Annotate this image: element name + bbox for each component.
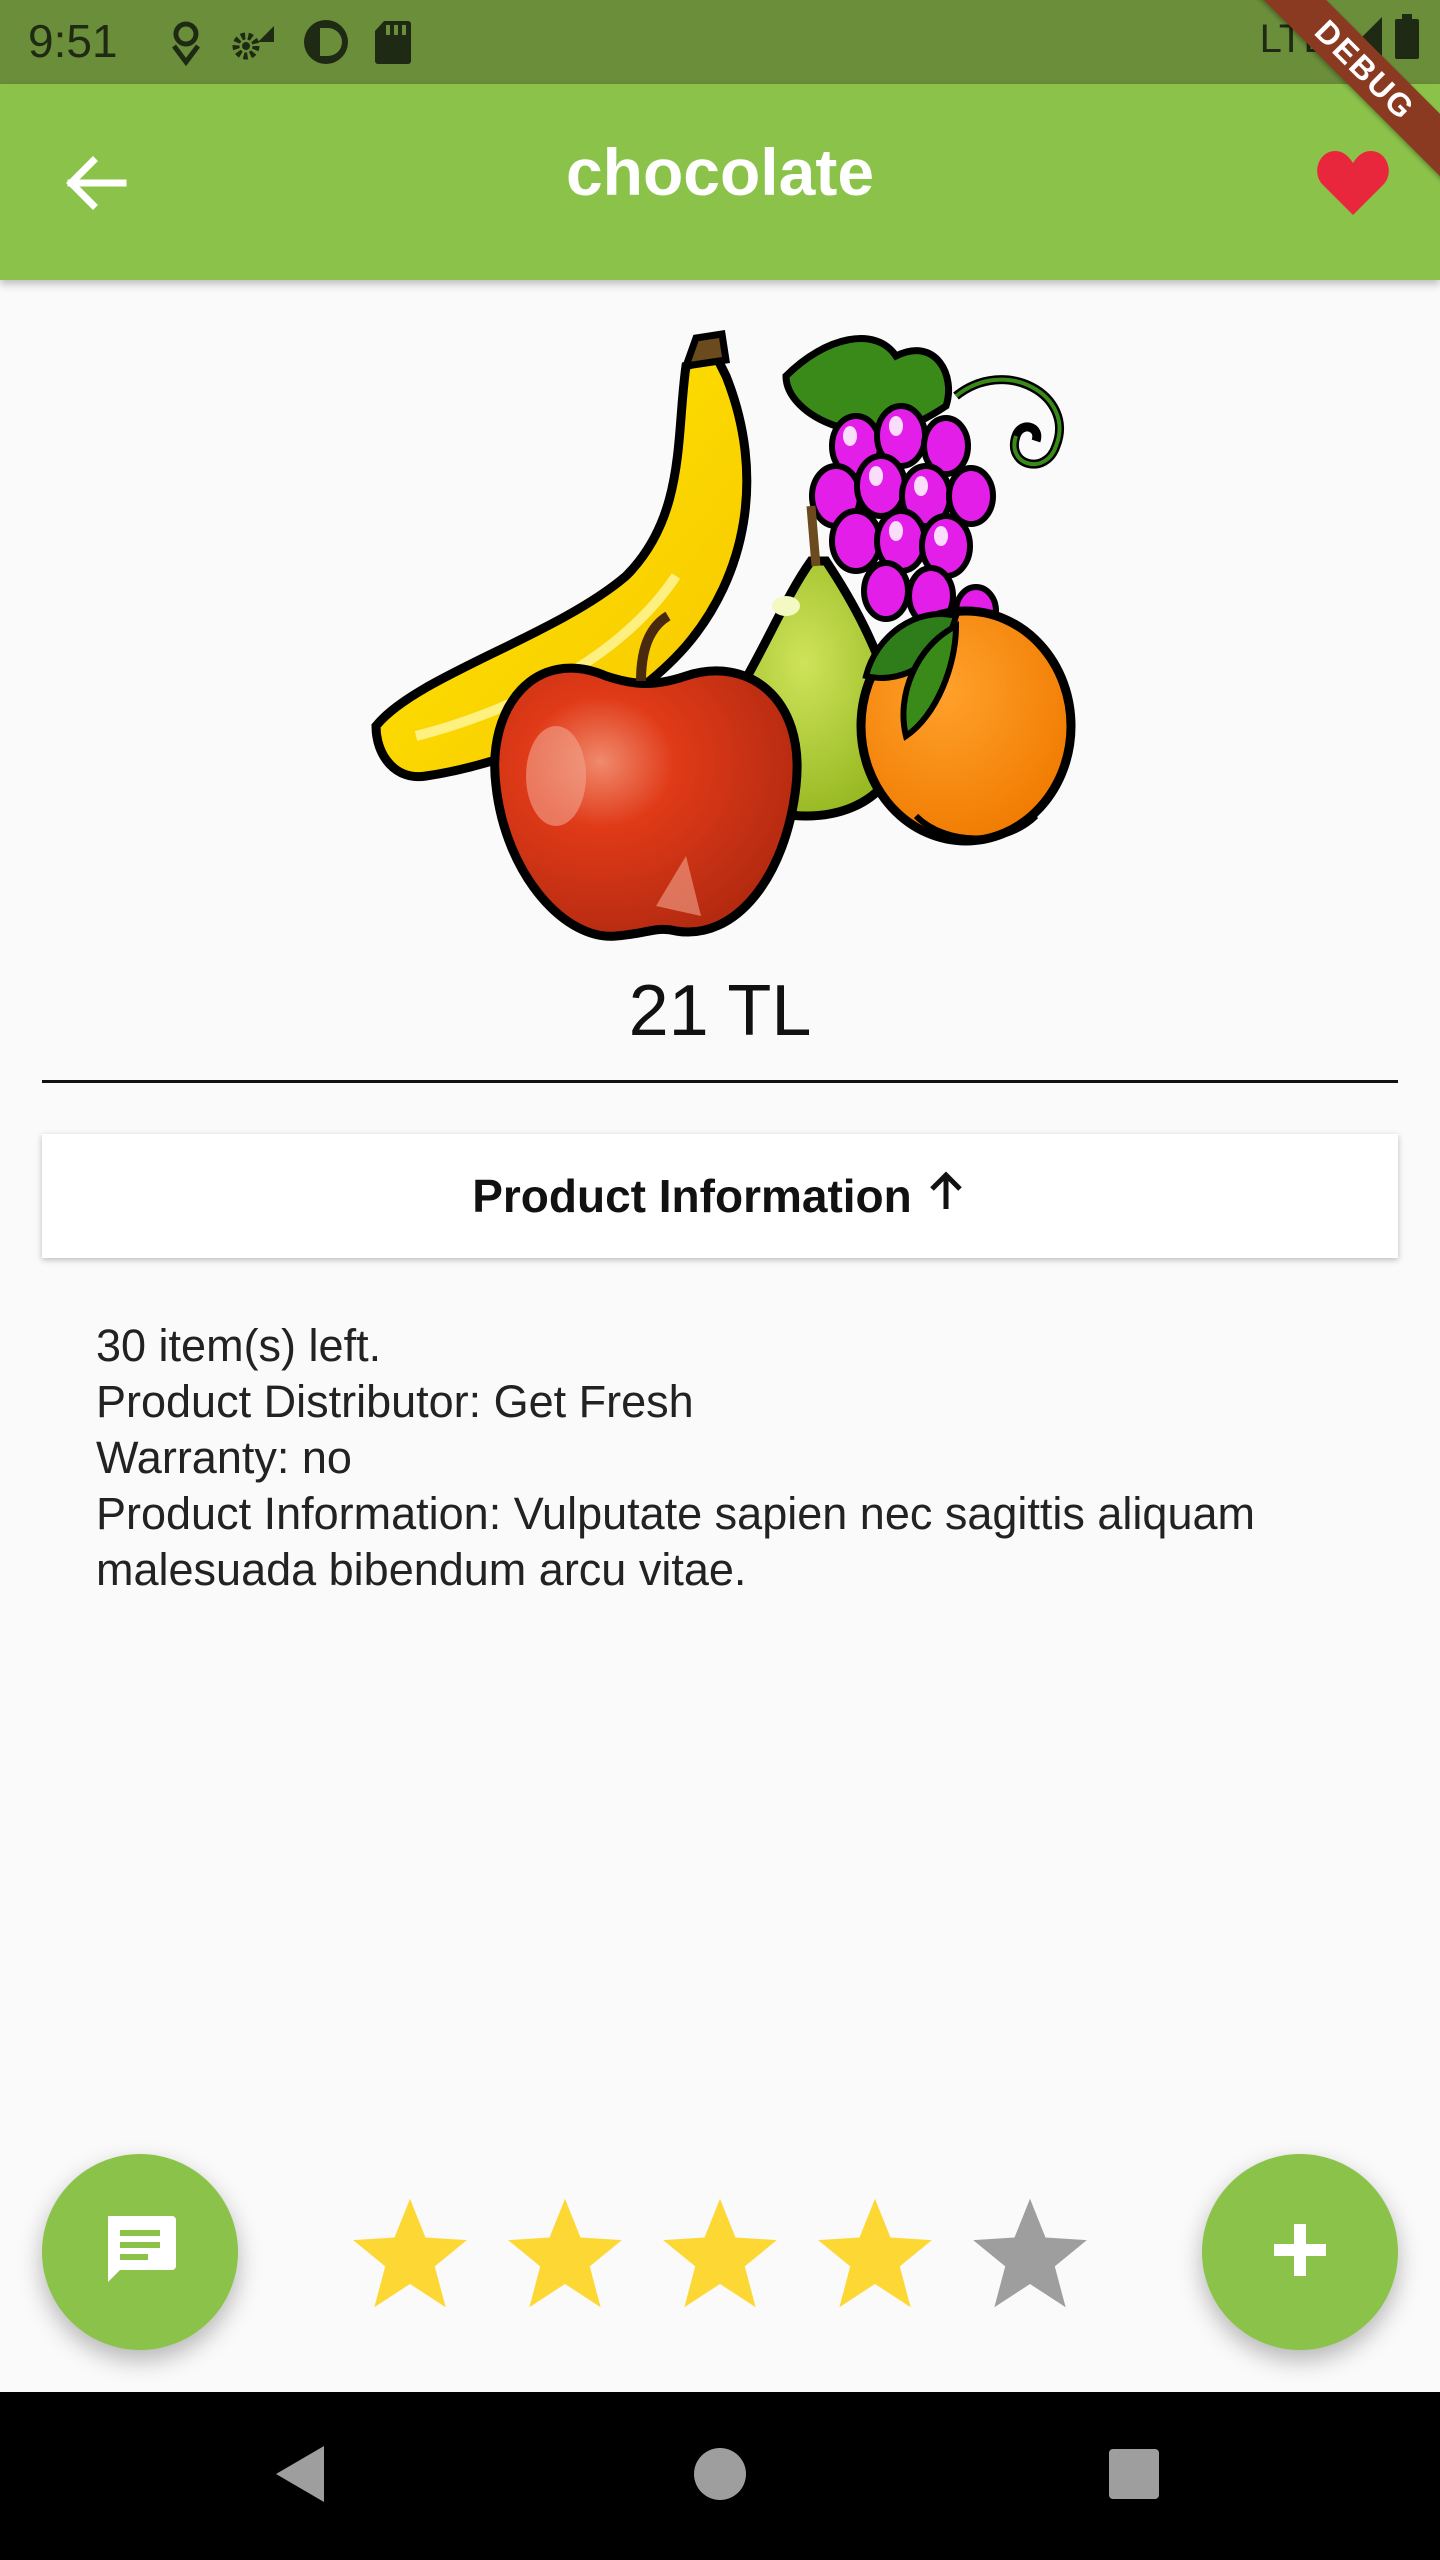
arrow-up-icon: [924, 1169, 968, 1224]
star-icon[interactable]: [813, 2191, 937, 2315]
product-info-toggle-label: Product Information: [472, 1170, 912, 1222]
battery-icon: [1394, 14, 1420, 65]
product-detail-screen: 9:51 LTE chocolate DEBUG 21 TL Product I…: [0, 0, 1440, 2560]
product-price: 21 TL: [628, 971, 812, 1051]
chat-icon: [102, 2212, 178, 2293]
status-icons: [166, 18, 412, 66]
settings-icon: [230, 20, 278, 64]
star-empty-icon[interactable]: [968, 2191, 1092, 2315]
rating-stars[interactable]: [348, 2188, 1092, 2318]
chat-button[interactable]: [42, 2154, 238, 2350]
page-title: chocolate: [565, 135, 875, 209]
add-to-cart-button[interactable]: [1202, 2154, 1398, 2350]
product-info-toggle-button[interactable]: Product Information: [42, 1134, 1398, 1258]
location-pin-icon: [166, 18, 206, 66]
nav-back-icon: [270, 2442, 330, 2511]
favorite-button[interactable]: [1308, 140, 1398, 230]
heart-icon: [1315, 149, 1391, 222]
product-info-text: 30 item(s) left. Product Distributor: Ge…: [96, 1318, 1396, 1598]
nav-back-button[interactable]: [260, 2436, 340, 2516]
divider: [42, 1080, 1398, 1083]
status-time: 9:51: [28, 15, 118, 67]
nav-recents-button[interactable]: [1094, 2436, 1174, 2516]
fruit-basket-image: [356, 316, 1082, 948]
nav-recents-icon: [1107, 2447, 1161, 2506]
warranty: Warranty: no: [96, 1432, 352, 1483]
star-icon[interactable]: [658, 2191, 782, 2315]
sd-card-icon: [374, 19, 412, 65]
product-description: Product Information: Vulputate sapien ne…: [96, 1488, 1255, 1595]
data-saver-icon: [302, 18, 350, 66]
app-bar: chocolate: [0, 84, 1440, 280]
status-bar: 9:51 LTE: [0, 0, 1440, 84]
stock-count: 30 item(s) left.: [96, 1320, 382, 1371]
plus-icon: [1270, 2220, 1330, 2285]
nav-home-button[interactable]: [680, 2436, 760, 2516]
star-icon[interactable]: [348, 2191, 472, 2315]
system-navigation-bar: [0, 2392, 1440, 2560]
star-icon[interactable]: [503, 2191, 627, 2315]
product-distributor: Product Distributor: Get Fresh: [96, 1376, 694, 1427]
nav-home-icon: [692, 2446, 748, 2507]
